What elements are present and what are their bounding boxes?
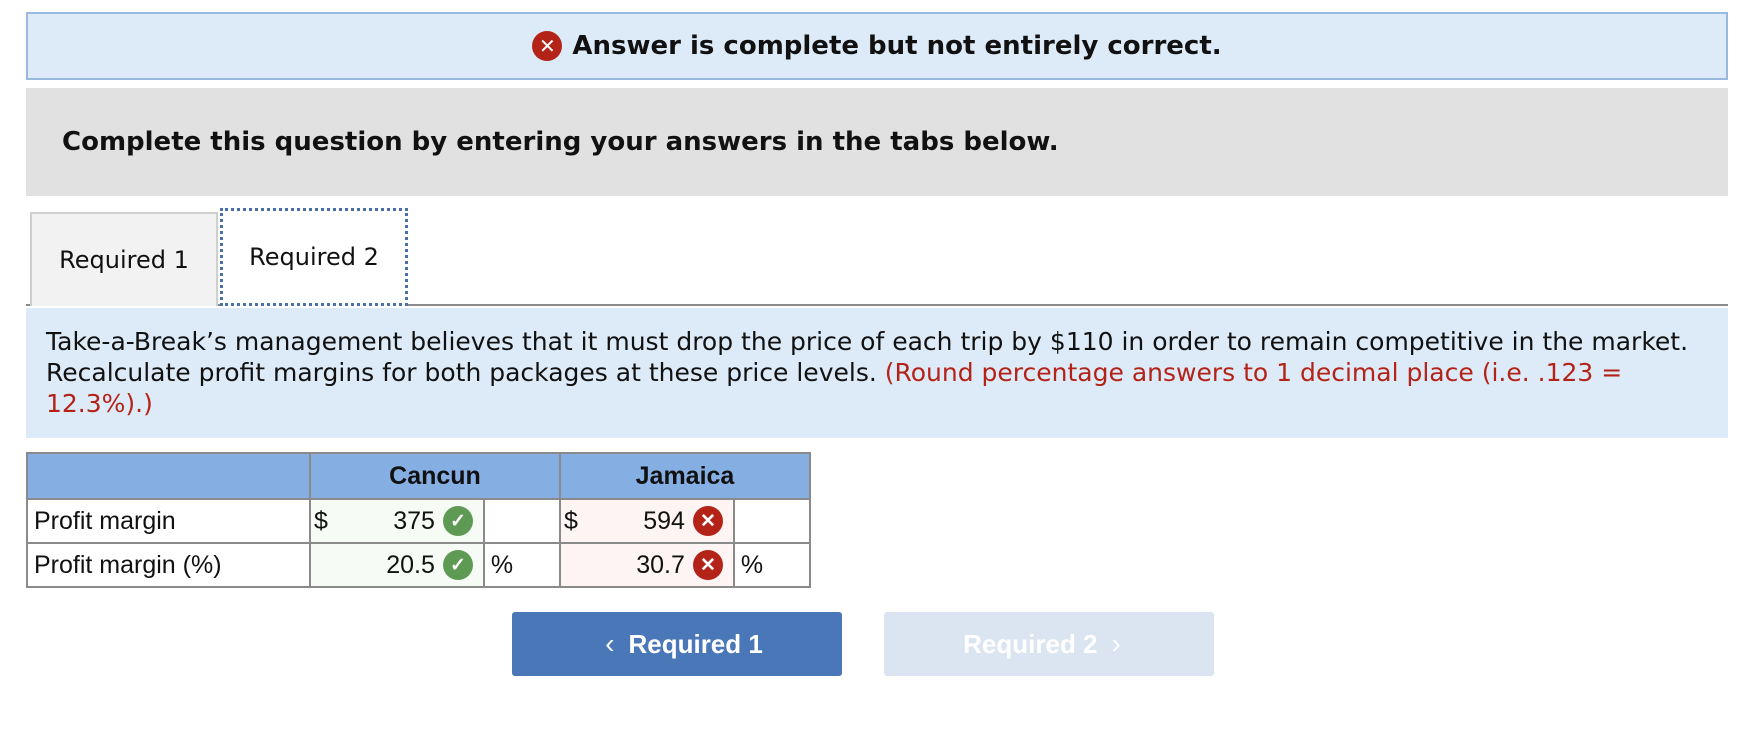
question-prompt: Take-a-Break’s management believes that … [26, 308, 1728, 438]
unit-cell [482, 498, 562, 544]
instruction-text: Complete this question by entering your … [62, 127, 1059, 157]
tab-required-1-label: Required 1 [59, 246, 189, 274]
result-banner: ✕ Answer is complete but not entirely co… [26, 12, 1728, 80]
currency-symbol [559, 542, 582, 588]
check-icon: ✓ [442, 506, 473, 536]
x-circle-icon: ✕ [532, 31, 563, 61]
header-jamaica: Jamaica [559, 452, 811, 500]
row-label: Profit margin (%) [26, 542, 311, 588]
next-required-button: Required 2 › [884, 612, 1214, 676]
tab-bar: Required 1 Required 2 [26, 206, 1728, 306]
jamaica-profit-margin-input[interactable]: 594 ✕ [581, 498, 735, 544]
tab-required-2-label: Required 2 [249, 243, 379, 271]
table-header-row: Cancun Jamaica [26, 452, 811, 500]
header-blank [26, 452, 311, 500]
x-icon: ✕ [692, 550, 723, 580]
tab-required-2[interactable]: Required 2 [220, 208, 408, 306]
unit-cell: % [732, 542, 812, 588]
table-row: Profit margin (%) 20.5 ✓ % 30.7 ✕ % [26, 542, 812, 588]
prev-required-button[interactable]: ‹ Required 1 [512, 612, 842, 676]
answer-table: Cancun Jamaica Profit margin $ 375 ✓ $ 5… [26, 452, 812, 588]
table-row: Profit margin $ 375 ✓ $ 594 ✕ [26, 498, 812, 544]
currency-symbol [309, 542, 332, 588]
chevron-left-icon: ‹ [605, 628, 615, 659]
instruction-bar: Complete this question by entering your … [26, 88, 1728, 196]
tab-required-1[interactable]: Required 1 [30, 212, 218, 306]
unit-cell [732, 498, 812, 544]
currency-symbol: $ [559, 498, 582, 544]
currency-symbol: $ [309, 498, 332, 544]
cancun-profit-margin-pct-input[interactable]: 20.5 ✓ [331, 542, 485, 588]
result-banner-text: Answer is complete but not entirely corr… [572, 31, 1222, 61]
chevron-right-icon: › [1111, 628, 1121, 659]
header-cancun: Cancun [309, 452, 561, 500]
jamaica-profit-margin-pct-input[interactable]: 30.7 ✕ [581, 542, 735, 588]
cancun-profit-margin-input[interactable]: 375 ✓ [331, 498, 485, 544]
x-icon: ✕ [692, 506, 723, 536]
row-label: Profit margin [26, 498, 311, 544]
prev-required-label: Required 1 [628, 628, 763, 659]
check-icon: ✓ [442, 550, 473, 580]
unit-cell: % [482, 542, 562, 588]
next-required-label: Required 2 [963, 628, 1098, 659]
